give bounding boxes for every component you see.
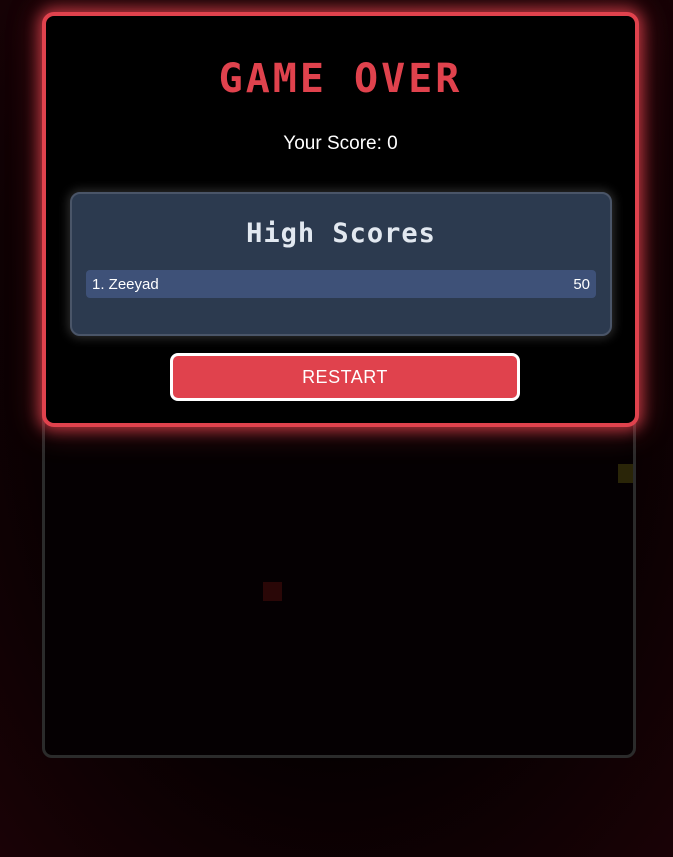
high-score-row: 1. Zeeyad 50 (86, 270, 596, 298)
high-scores-title: High Scores (246, 218, 436, 249)
high-score-name: 1. Zeeyad (92, 275, 159, 293)
high-scores-panel: High Scores 1. Zeeyad 50 (70, 192, 612, 336)
your-score: Your Score: 0 (283, 133, 398, 154)
high-score-value: 50 (573, 275, 590, 293)
high-scores-list: 1. Zeeyad 50 (86, 270, 596, 298)
food-tile (263, 582, 282, 601)
game-over-title: GAME OVER (218, 56, 463, 102)
powerup-tile (618, 464, 633, 483)
game-over-modal: GAME OVER Your Score: 0 High Scores 1. Z… (42, 12, 639, 427)
restart-button[interactable]: RESTART (170, 353, 520, 401)
